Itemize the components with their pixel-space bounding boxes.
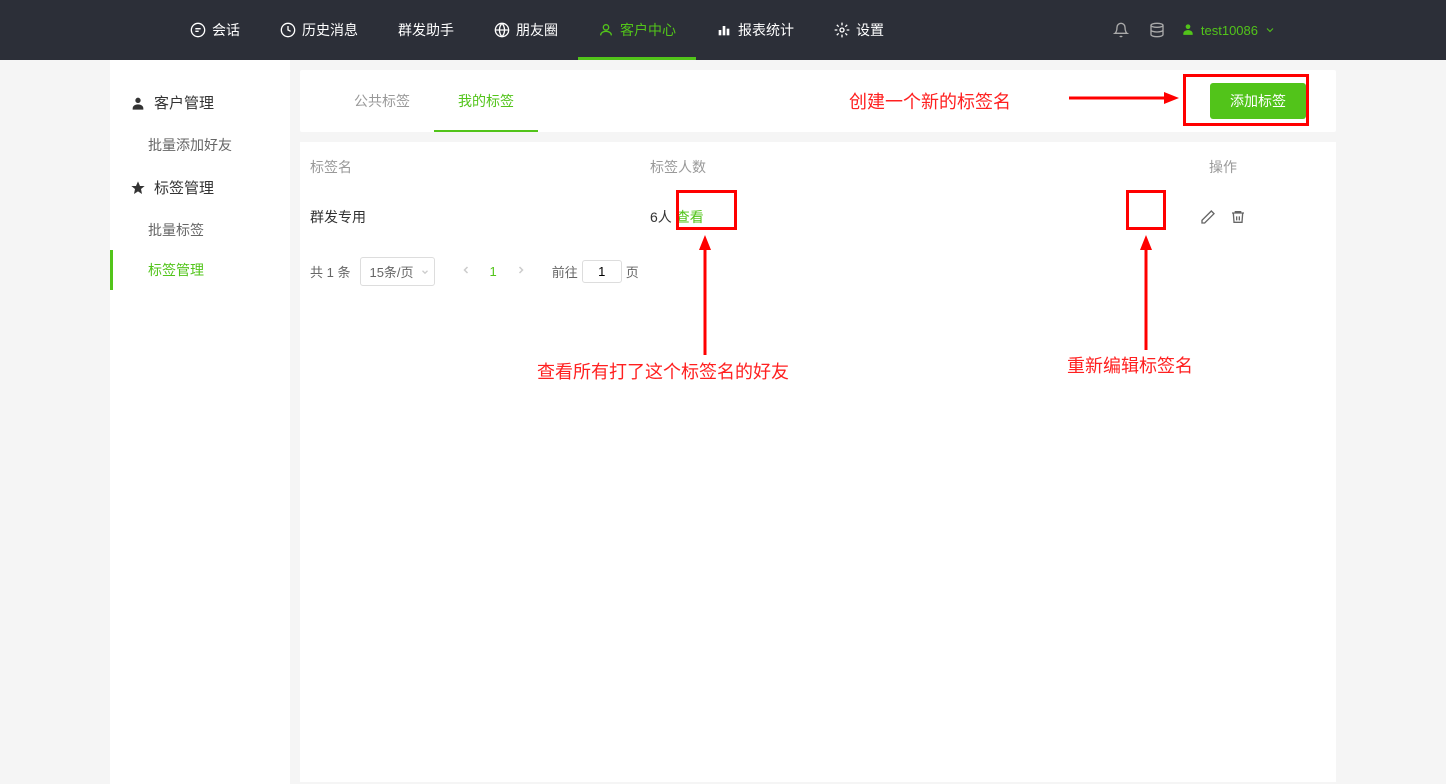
cell-actions <box>1120 207 1326 227</box>
person-solid-icon <box>130 95 146 111</box>
data-button[interactable] <box>1145 18 1169 42</box>
top-navigation: 会话 历史消息 群发助手 朋友圈 客户中心 报表统计 <box>0 0 1446 60</box>
main-container: 客户管理 批量添加好友 标签管理 批量标签 标签管理 公共标签 我的标签 <box>0 60 1446 784</box>
nav-label: 会话 <box>212 20 240 40</box>
nav-item-session[interactable]: 会话 <box>170 0 260 60</box>
table-panel: 标签名 标签人数 操作 群发专用 6人查看 <box>300 142 1336 782</box>
delete-button[interactable] <box>1228 207 1248 227</box>
tab-label: 公共标签 <box>354 91 410 111</box>
sidebar-group-customer[interactable]: 客户管理 <box>110 80 290 125</box>
sidebar-item-label: 批量标签 <box>148 222 204 238</box>
user-profile[interactable]: test10086 <box>1181 22 1276 39</box>
chevron-down-icon <box>420 267 430 277</box>
sidebar-group-label: 客户管理 <box>154 92 214 113</box>
chat-icon <box>190 22 206 38</box>
gear-icon <box>834 22 850 38</box>
edit-icon <box>1200 209 1216 225</box>
nav-item-settings[interactable]: 设置 <box>814 0 904 60</box>
nav-label: 历史消息 <box>302 20 358 40</box>
nav-label: 客户中心 <box>620 20 676 40</box>
star-icon <box>130 180 146 196</box>
header-name: 标签名 <box>310 157 650 177</box>
sidebar-item-bulk-add[interactable]: 批量添加好友 <box>110 125 290 165</box>
cell-tag-name: 群发专用 <box>310 207 650 227</box>
nav-item-history[interactable]: 历史消息 <box>260 0 378 60</box>
chevron-right-icon <box>515 264 527 276</box>
chevron-down-icon <box>1264 24 1276 36</box>
clock-icon <box>280 22 296 38</box>
page-size-select[interactable]: 15条/页 <box>360 257 434 286</box>
bars-icon <box>716 22 732 38</box>
nav-item-reports[interactable]: 报表统计 <box>696 0 814 60</box>
nav-item-moments[interactable]: 朋友圈 <box>474 0 578 60</box>
page-next[interactable] <box>515 264 527 279</box>
nav-label: 设置 <box>856 20 884 40</box>
jump-suffix: 页 <box>626 262 639 281</box>
nav-label: 朋友圈 <box>516 20 558 40</box>
table-header-row: 标签名 标签人数 操作 <box>310 142 1326 192</box>
page-size-value: 15条/页 <box>369 262 413 281</box>
page-jump: 前往 页 <box>552 260 639 283</box>
globe-icon <box>494 22 510 38</box>
trash-icon <box>1230 209 1246 225</box>
tab-public-tags[interactable]: 公共标签 <box>330 70 434 132</box>
tabs: 公共标签 我的标签 <box>330 70 538 132</box>
bell-icon <box>1113 22 1129 38</box>
nav-menu: 会话 历史消息 群发助手 朋友圈 客户中心 报表统计 <box>170 0 904 60</box>
content-area: 公共标签 我的标签 添加标签 标签名 标签人数 操作 群发专用 6人查看 <box>300 70 1336 774</box>
sidebar: 客户管理 批量添加好友 标签管理 批量标签 标签管理 <box>110 60 290 784</box>
nav-item-customer-center[interactable]: 客户中心 <box>578 0 696 60</box>
database-icon <box>1149 22 1165 38</box>
chevron-left-icon <box>460 264 472 276</box>
header-action: 操作 <box>1120 157 1326 177</box>
jump-prefix: 前往 <box>552 262 578 281</box>
edit-button[interactable] <box>1198 207 1218 227</box>
notification-button[interactable] <box>1109 18 1133 42</box>
sidebar-item-tag-manage[interactable]: 标签管理 <box>110 250 290 290</box>
user-icon <box>598 22 614 38</box>
username: test10086 <box>1201 23 1258 38</box>
nav-item-broadcast[interactable]: 群发助手 <box>378 0 474 60</box>
page-jump-input[interactable] <box>582 260 622 283</box>
nav-label: 群发助手 <box>398 20 454 40</box>
sidebar-item-label: 批量添加好友 <box>148 137 232 153</box>
nav-right: test10086 <box>1109 18 1276 42</box>
page-total: 共 1 条 <box>310 262 350 281</box>
sidebar-item-bulk-tag[interactable]: 批量标签 <box>110 210 290 250</box>
add-tag-button[interactable]: 添加标签 <box>1210 83 1306 119</box>
sidebar-group-label: 标签管理 <box>154 177 214 198</box>
table-row: 群发专用 6人查看 <box>310 192 1326 242</box>
cell-tag-count: 6人查看 <box>650 207 1120 227</box>
page-current[interactable]: 1 <box>490 264 497 279</box>
page-prev[interactable] <box>460 264 472 279</box>
person-icon <box>1181 22 1195 39</box>
tabs-panel: 公共标签 我的标签 添加标签 <box>300 70 1336 132</box>
count-text: 6人 <box>650 209 672 225</box>
view-link[interactable]: 查看 <box>676 209 704 225</box>
header-count: 标签人数 <box>650 157 1120 177</box>
sidebar-item-label: 标签管理 <box>148 262 204 278</box>
pagination: 共 1 条 15条/页 1 前往 页 <box>310 242 1326 301</box>
page-nav: 1 <box>460 264 527 279</box>
tab-my-tags[interactable]: 我的标签 <box>434 70 538 132</box>
nav-label: 报表统计 <box>738 20 794 40</box>
tab-label: 我的标签 <box>458 91 514 111</box>
sidebar-group-tags[interactable]: 标签管理 <box>110 165 290 210</box>
